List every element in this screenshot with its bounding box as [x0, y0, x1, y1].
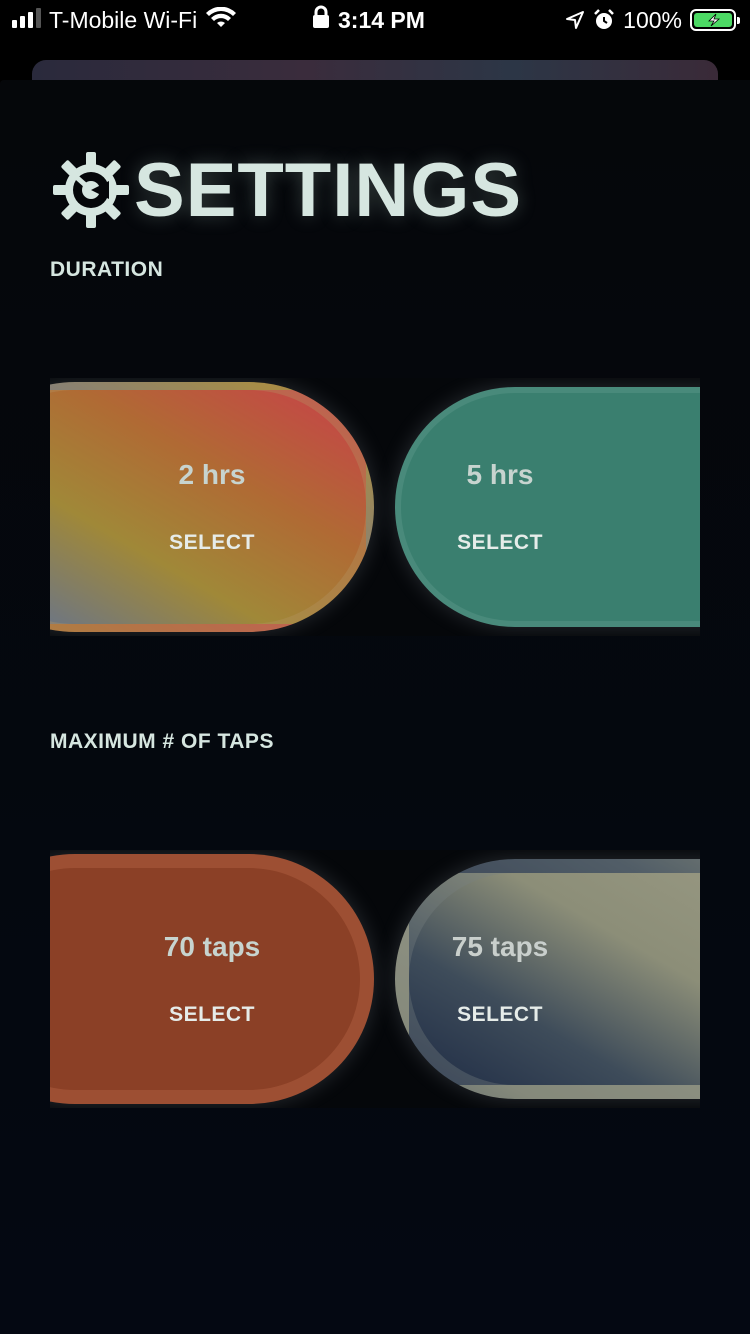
wifi-icon [206, 7, 237, 27]
gear-icon [53, 152, 129, 228]
status-right: 100% [565, 0, 740, 40]
battery-charging-icon [690, 9, 740, 31]
select-button[interactable]: SELECT [169, 1003, 255, 1027]
location-icon [566, 11, 585, 29]
duration-carousel[interactable]: 2 hrs SELECT 5 hrs SELECT [50, 378, 700, 636]
select-button[interactable]: SELECT [457, 1003, 543, 1027]
signal-icon [12, 8, 41, 28]
page-title-text: SETTINGS [134, 147, 523, 233]
battery-percent: 100% [623, 7, 682, 33]
duration-option-5hrs[interactable]: 5 hrs SELECT [395, 387, 700, 627]
carrier-label: T-Mobile Wi-Fi [49, 7, 198, 33]
taps-label: MAXIMUM # OF TAPS [50, 730, 274, 753]
taps-value: 70 taps [163, 931, 261, 962]
clock: 3:14 PM [338, 7, 425, 33]
select-button[interactable]: SELECT [457, 531, 543, 555]
taps-carousel[interactable]: 70 taps SELECT 75 taps SELECT [50, 850, 700, 1108]
taps-option-70[interactable]: 70 taps SELECT [50, 854, 374, 1104]
screen: T-Mobile Wi-Fi 3:14 PM 100% SETTINGS DUR… [0, 0, 750, 1334]
duration-label: DURATION [50, 258, 164, 281]
taps-option-75[interactable]: 75 taps SELECT [395, 859, 700, 1099]
duration-value: 2 hrs [178, 459, 246, 490]
alarm-icon [594, 9, 615, 29]
lock-icon [313, 5, 329, 28]
duration-value: 5 hrs [466, 459, 534, 490]
taps-value: 75 taps [451, 931, 549, 962]
duration-option-2hrs[interactable]: 2 hrs SELECT [50, 382, 374, 632]
status-left: T-Mobile Wi-Fi [12, 0, 237, 40]
page-title: SETTINGS [52, 147, 523, 233]
status-bar: T-Mobile Wi-Fi 3:14 PM 100% [0, 0, 750, 40]
status-center: 3:14 PM [312, 0, 425, 40]
select-button[interactable]: SELECT [169, 531, 255, 555]
